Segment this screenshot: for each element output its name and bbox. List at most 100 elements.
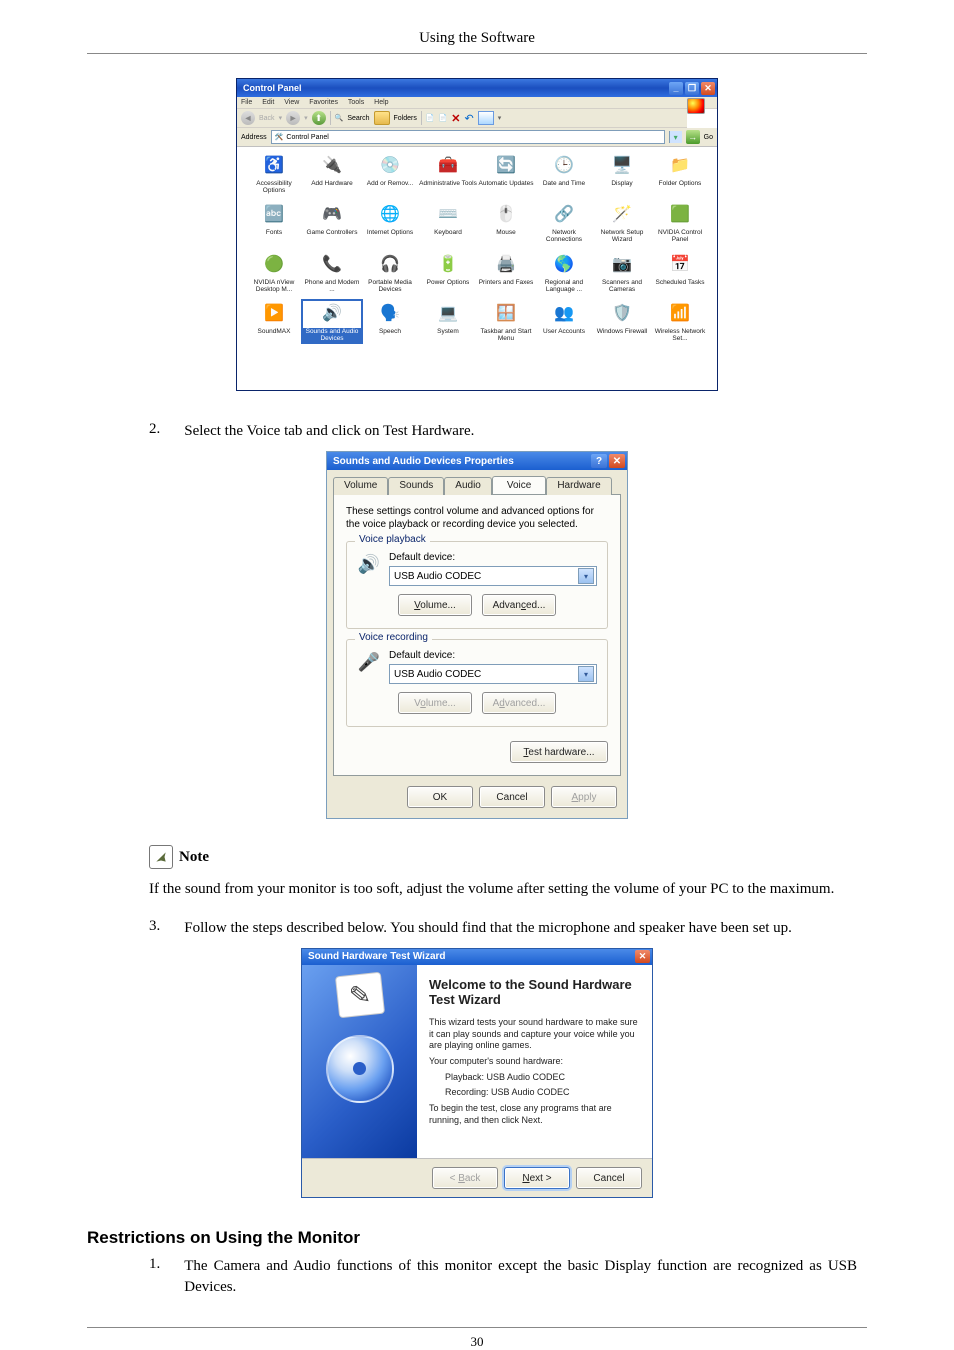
cp-item[interactable]: 🖨️Printers and Faxes [477, 252, 535, 293]
address-label: Address [241, 134, 267, 141]
close-button[interactable]: ✕ [609, 454, 625, 468]
cp-item[interactable]: 📷Scanners and Cameras [593, 252, 651, 293]
forward-button[interactable]: ► [286, 111, 300, 125]
cp-item[interactable]: 🪟Taskbar and Start Menu [477, 301, 535, 342]
search-icon[interactable]: 🔍 [335, 114, 344, 122]
cp-item-label: Display [593, 180, 651, 187]
cp-item-icon: 🛡️ [610, 301, 634, 325]
menu-view[interactable]: View [284, 99, 299, 106]
chevron-down-icon[interactable]: ▾ [578, 666, 594, 682]
up-button[interactable]: ⬆ [312, 111, 326, 125]
cp-item-label: Administrative Tools [419, 180, 477, 187]
cp-item[interactable]: 🔗Network Connections [535, 202, 593, 243]
playback-legend: Voice playback [355, 534, 430, 545]
folders-label[interactable]: Folders [394, 115, 417, 122]
cp-item[interactable]: 🌎Regional and Language ... [535, 252, 593, 293]
address-dropdown[interactable]: ▾ [669, 131, 682, 143]
ok-button[interactable]: OK [407, 786, 473, 808]
cp-item[interactable]: 💿Add or Remov... [361, 153, 419, 194]
undo-icon[interactable]: ↶ [465, 112, 474, 125]
views-button[interactable] [478, 111, 494, 125]
cp-item[interactable]: 👥User Accounts [535, 301, 593, 342]
cp-item-icon: 📷 [610, 252, 634, 276]
tab-sounds[interactable]: Sounds [388, 477, 444, 495]
tab-hardware[interactable]: Hardware [546, 477, 611, 495]
cp-item[interactable]: 📅Scheduled Tasks [651, 252, 709, 293]
step-3: 3. Follow the steps described below. You… [149, 918, 867, 938]
cp-item[interactable]: 🌐Internet Options [361, 202, 419, 243]
move-icon[interactable]: 📄 [426, 114, 435, 122]
menu-file[interactable]: File [241, 99, 252, 106]
cp-item[interactable]: ▶️SoundMAX [245, 301, 303, 342]
close-button[interactable]: ✕ [701, 82, 715, 95]
cp-item[interactable]: 💻System [419, 301, 477, 342]
wizard-titlebar: Sound Hardware Test Wizard ✕ [302, 949, 652, 965]
cp-item[interactable]: 🎧Portable Media Devices [361, 252, 419, 293]
cp-item[interactable]: 🔋Power Options [419, 252, 477, 293]
cancel-button[interactable]: Cancel [479, 786, 545, 808]
wizard-p2: Your computer's sound hardware: [429, 1056, 640, 1068]
cp-item-icon: 📅 [668, 252, 692, 276]
step-text: Select the Voice tab and click on Test H… [184, 421, 857, 441]
cp-item-icon: 🖥️ [610, 153, 634, 177]
back-button[interactable]: ◄ [241, 111, 255, 125]
cp-item-label: Speech [361, 328, 419, 335]
copy-icon[interactable]: 📄 [439, 114, 448, 122]
playback-advanced-button[interactable]: Advanced... [482, 594, 556, 616]
search-label[interactable]: Search [347, 115, 369, 122]
maximize-button[interactable]: ❐ [685, 82, 699, 95]
section-heading: Restrictions on Using the Monitor [87, 1228, 867, 1248]
cp-item-icon: 🗣️ [378, 301, 402, 325]
go-button[interactable]: → [686, 130, 700, 144]
playback-device-select[interactable]: USB Audio CODEC ▾ [389, 566, 597, 586]
delete-icon[interactable]: ✕ [451, 112, 460, 125]
cp-item[interactable]: 🧰Administrative Tools [419, 153, 477, 194]
menu-tools[interactable]: Tools [348, 99, 364, 106]
help-button[interactable]: ? [591, 454, 607, 468]
cp-item[interactable]: 🟢NVIDIA nView Desktop M... [245, 252, 303, 293]
apply-button: Apply [551, 786, 617, 808]
menu-help[interactable]: Help [374, 99, 388, 106]
cp-item-icon: 📶 [668, 301, 692, 325]
cp-item[interactable]: 🔤Fonts [245, 202, 303, 243]
cp-item[interactable]: ⌨️Keyboard [419, 202, 477, 243]
cancel-button[interactable]: Cancel [576, 1167, 642, 1189]
chevron-down-icon[interactable]: ▾ [578, 568, 594, 584]
address-field[interactable]: 🛠️ Control Panel [271, 130, 665, 144]
wizard-title: Sound Hardware Test Wizard [308, 951, 446, 962]
cp-item[interactable]: 🟩NVIDIA Control Panel [651, 202, 709, 243]
cp-item[interactable]: 🔌Add Hardware [303, 153, 361, 194]
playback-volume-button[interactable]: Volume... [398, 594, 472, 616]
cp-item[interactable]: 📶Wireless Network Set... [651, 301, 709, 342]
cp-item[interactable]: 🗣️ Speech [361, 301, 419, 342]
cp-item[interactable]: 🖥️ Display [593, 153, 651, 194]
wizard-sidebar: ✎ [302, 965, 417, 1159]
cp-item-icon: 🪄 [610, 202, 634, 226]
cp-item[interactable]: 📁Folder Options [651, 153, 709, 194]
cp-item-icon: 🔗 [552, 202, 576, 226]
cp-item[interactable]: 🕒Date and Time [535, 153, 593, 194]
cp-item[interactable]: 🔊Sounds and Audio Devices [303, 301, 361, 342]
test-hardware-button[interactable]: Test hardware... [510, 741, 608, 763]
cp-item[interactable]: 🔄Automatic Updates [477, 153, 535, 194]
tab-volume[interactable]: Volume [333, 477, 388, 495]
close-button[interactable]: ✕ [635, 950, 650, 963]
menu-favorites[interactable]: Favorites [309, 99, 338, 106]
folders-icon[interactable] [374, 111, 390, 125]
cp-item[interactable]: 📞Phone and Modem ... [303, 252, 361, 293]
window-title: Control Panel [243, 83, 302, 93]
recording-device-select[interactable]: USB Audio CODEC ▾ [389, 664, 597, 684]
cp-item[interactable]: 🪄Network Setup Wizard [593, 202, 651, 243]
cp-item[interactable]: 🎮Game Controllers [303, 202, 361, 243]
cp-item-label: Add Hardware [303, 180, 361, 187]
cp-item-label: Taskbar and Start Menu [477, 328, 535, 342]
cp-item[interactable]: 🛡️Windows Firewall [593, 301, 651, 342]
cp-item[interactable]: 🖱️Mouse [477, 202, 535, 243]
playback-label: Default device: [389, 552, 597, 563]
cp-item[interactable]: ♿Accessibility Options [245, 153, 303, 194]
tab-voice[interactable]: Voice [492, 476, 546, 494]
menu-edit[interactable]: Edit [262, 99, 274, 106]
tab-audio[interactable]: Audio [444, 477, 492, 495]
minimize-button[interactable]: _ [669, 82, 683, 95]
next-button[interactable]: Next > [504, 1167, 570, 1189]
